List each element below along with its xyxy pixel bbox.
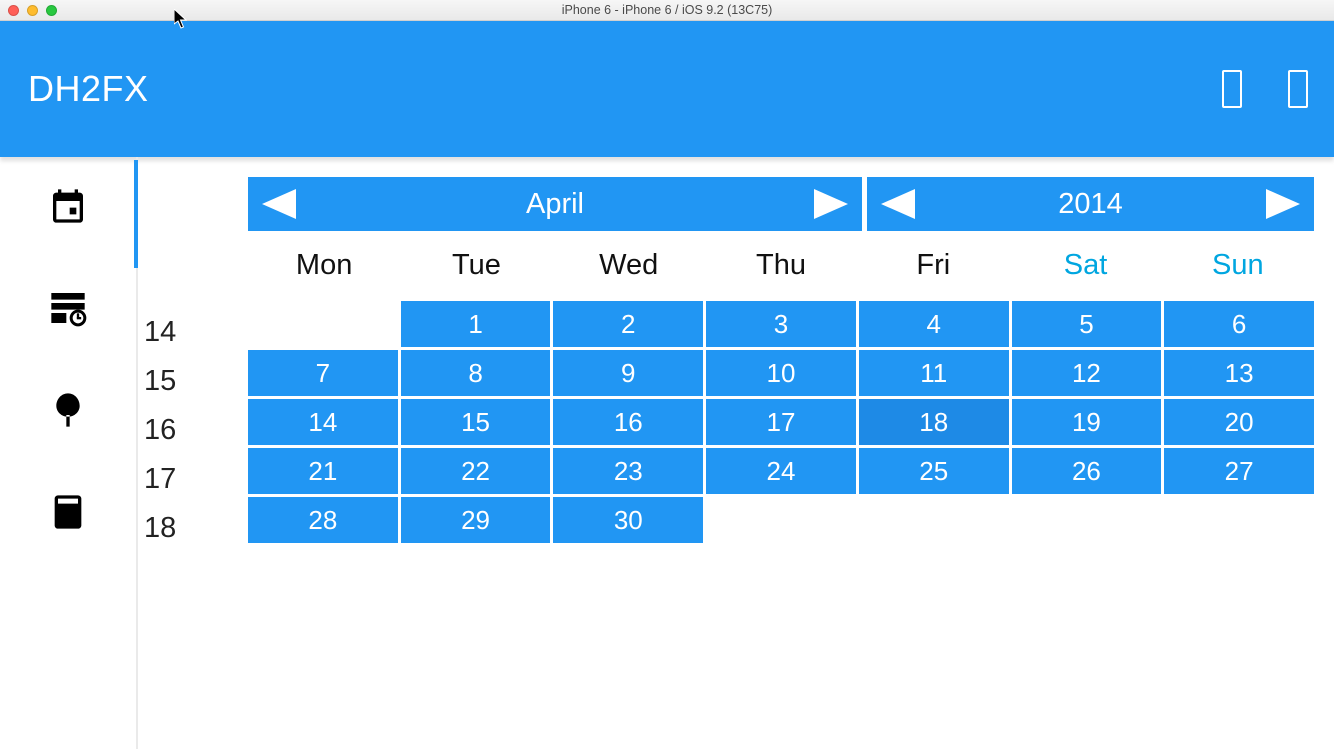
day-cell[interactable]: 26 <box>1012 448 1162 494</box>
month-label: April <box>296 188 814 221</box>
dow-header: Thu <box>705 249 857 289</box>
dow-header: Mon <box>248 249 400 289</box>
day-empty <box>859 497 1009 543</box>
day-cell[interactable]: 16 <box>553 399 703 445</box>
sidebar-item-tree[interactable] <box>45 387 91 433</box>
week-number: 14 <box>138 309 248 355</box>
dow-header: Tue <box>400 249 552 289</box>
next-month-button[interactable] <box>814 189 848 219</box>
prev-year-button[interactable] <box>881 189 915 219</box>
week-number: 17 <box>138 456 248 502</box>
day-cell[interactable]: 28 <box>248 497 398 543</box>
day-cell[interactable]: 30 <box>553 497 703 543</box>
year-label: 2014 <box>915 188 1266 221</box>
day-cell[interactable]: 25 <box>859 448 1009 494</box>
day-cell[interactable]: 13 <box>1164 350 1314 396</box>
day-cell[interactable]: 6 <box>1164 301 1314 347</box>
schedule-icon <box>48 288 88 328</box>
day-cell[interactable]: 3 <box>706 301 856 347</box>
day-cell[interactable]: 9 <box>553 350 703 396</box>
day-cell[interactable]: 11 <box>859 350 1009 396</box>
calendar-main: April 2014 MonTueWedThuFriSatSun 1234567… <box>248 177 1314 749</box>
day-cell[interactable]: 27 <box>1164 448 1314 494</box>
month-picker: April <box>248 177 862 231</box>
app-title: DH2FX <box>28 68 149 110</box>
calculator-icon <box>48 492 88 532</box>
main-area: 1415161718 April 2014 MonTueWedThuFriSat… <box>0 157 1334 749</box>
year-picker: 2014 <box>867 177 1314 231</box>
dow-header: Sat <box>1009 249 1161 289</box>
days-grid: 1234567891011121314151617181920212223242… <box>248 301 1314 543</box>
day-cell[interactable]: 12 <box>1012 350 1162 396</box>
sidebar-item-calculator[interactable] <box>45 489 91 535</box>
app-header: DH2FX <box>0 21 1334 157</box>
window-title: iPhone 6 - iPhone 6 / iOS 9.2 (13C75) <box>0 3 1334 17</box>
week-number: 18 <box>138 505 248 551</box>
day-cell[interactable]: 4 <box>859 301 1009 347</box>
day-cell[interactable]: 18 <box>859 399 1009 445</box>
day-cell[interactable]: 20 <box>1164 399 1314 445</box>
week-number: 16 <box>138 407 248 453</box>
day-cell[interactable]: 8 <box>401 350 551 396</box>
close-icon[interactable] <box>8 5 19 16</box>
calendar-panel: 1415161718 April 2014 MonTueWedThuFriSat… <box>138 157 1334 749</box>
day-cell[interactable]: 15 <box>401 399 551 445</box>
day-cell[interactable]: 1 <box>401 301 551 347</box>
mac-titlebar: iPhone 6 - iPhone 6 / iOS 9.2 (13C75) <box>0 0 1334 21</box>
day-cell[interactable]: 7 <box>248 350 398 396</box>
week-number: 15 <box>138 358 248 404</box>
day-empty <box>1012 497 1162 543</box>
header-action-1-icon[interactable] <box>1222 70 1242 108</box>
day-cell[interactable]: 5 <box>1012 301 1162 347</box>
day-cell[interactable]: 29 <box>401 497 551 543</box>
day-empty <box>706 497 856 543</box>
dow-header: Wed <box>553 249 705 289</box>
day-empty <box>248 301 398 347</box>
day-cell[interactable]: 24 <box>706 448 856 494</box>
week-number-column: 1415161718 <box>138 177 248 749</box>
day-empty <box>1164 497 1314 543</box>
traffic-lights <box>0 5 57 16</box>
day-cell[interactable]: 10 <box>706 350 856 396</box>
sidebar <box>0 157 138 749</box>
day-cell[interactable]: 17 <box>706 399 856 445</box>
day-cell[interactable]: 2 <box>553 301 703 347</box>
minimize-icon[interactable] <box>27 5 38 16</box>
day-of-week-row: MonTueWedThuFriSatSun <box>248 249 1314 289</box>
tree-icon <box>48 390 88 430</box>
next-year-button[interactable] <box>1266 189 1300 219</box>
day-cell[interactable]: 21 <box>248 448 398 494</box>
sidebar-item-calendar[interactable] <box>45 183 91 229</box>
maximize-icon[interactable] <box>46 5 57 16</box>
header-actions <box>1222 70 1308 108</box>
dow-header: Fri <box>857 249 1009 289</box>
dow-header: Sun <box>1162 249 1314 289</box>
header-action-2-icon[interactable] <box>1288 70 1308 108</box>
day-cell[interactable]: 14 <box>248 399 398 445</box>
prev-month-button[interactable] <box>262 189 296 219</box>
day-cell[interactable]: 22 <box>401 448 551 494</box>
day-cell[interactable]: 23 <box>553 448 703 494</box>
sidebar-item-schedule[interactable] <box>45 285 91 331</box>
day-cell[interactable]: 19 <box>1012 399 1162 445</box>
calendar-icon <box>48 186 88 226</box>
picker-row: April 2014 <box>248 177 1314 231</box>
